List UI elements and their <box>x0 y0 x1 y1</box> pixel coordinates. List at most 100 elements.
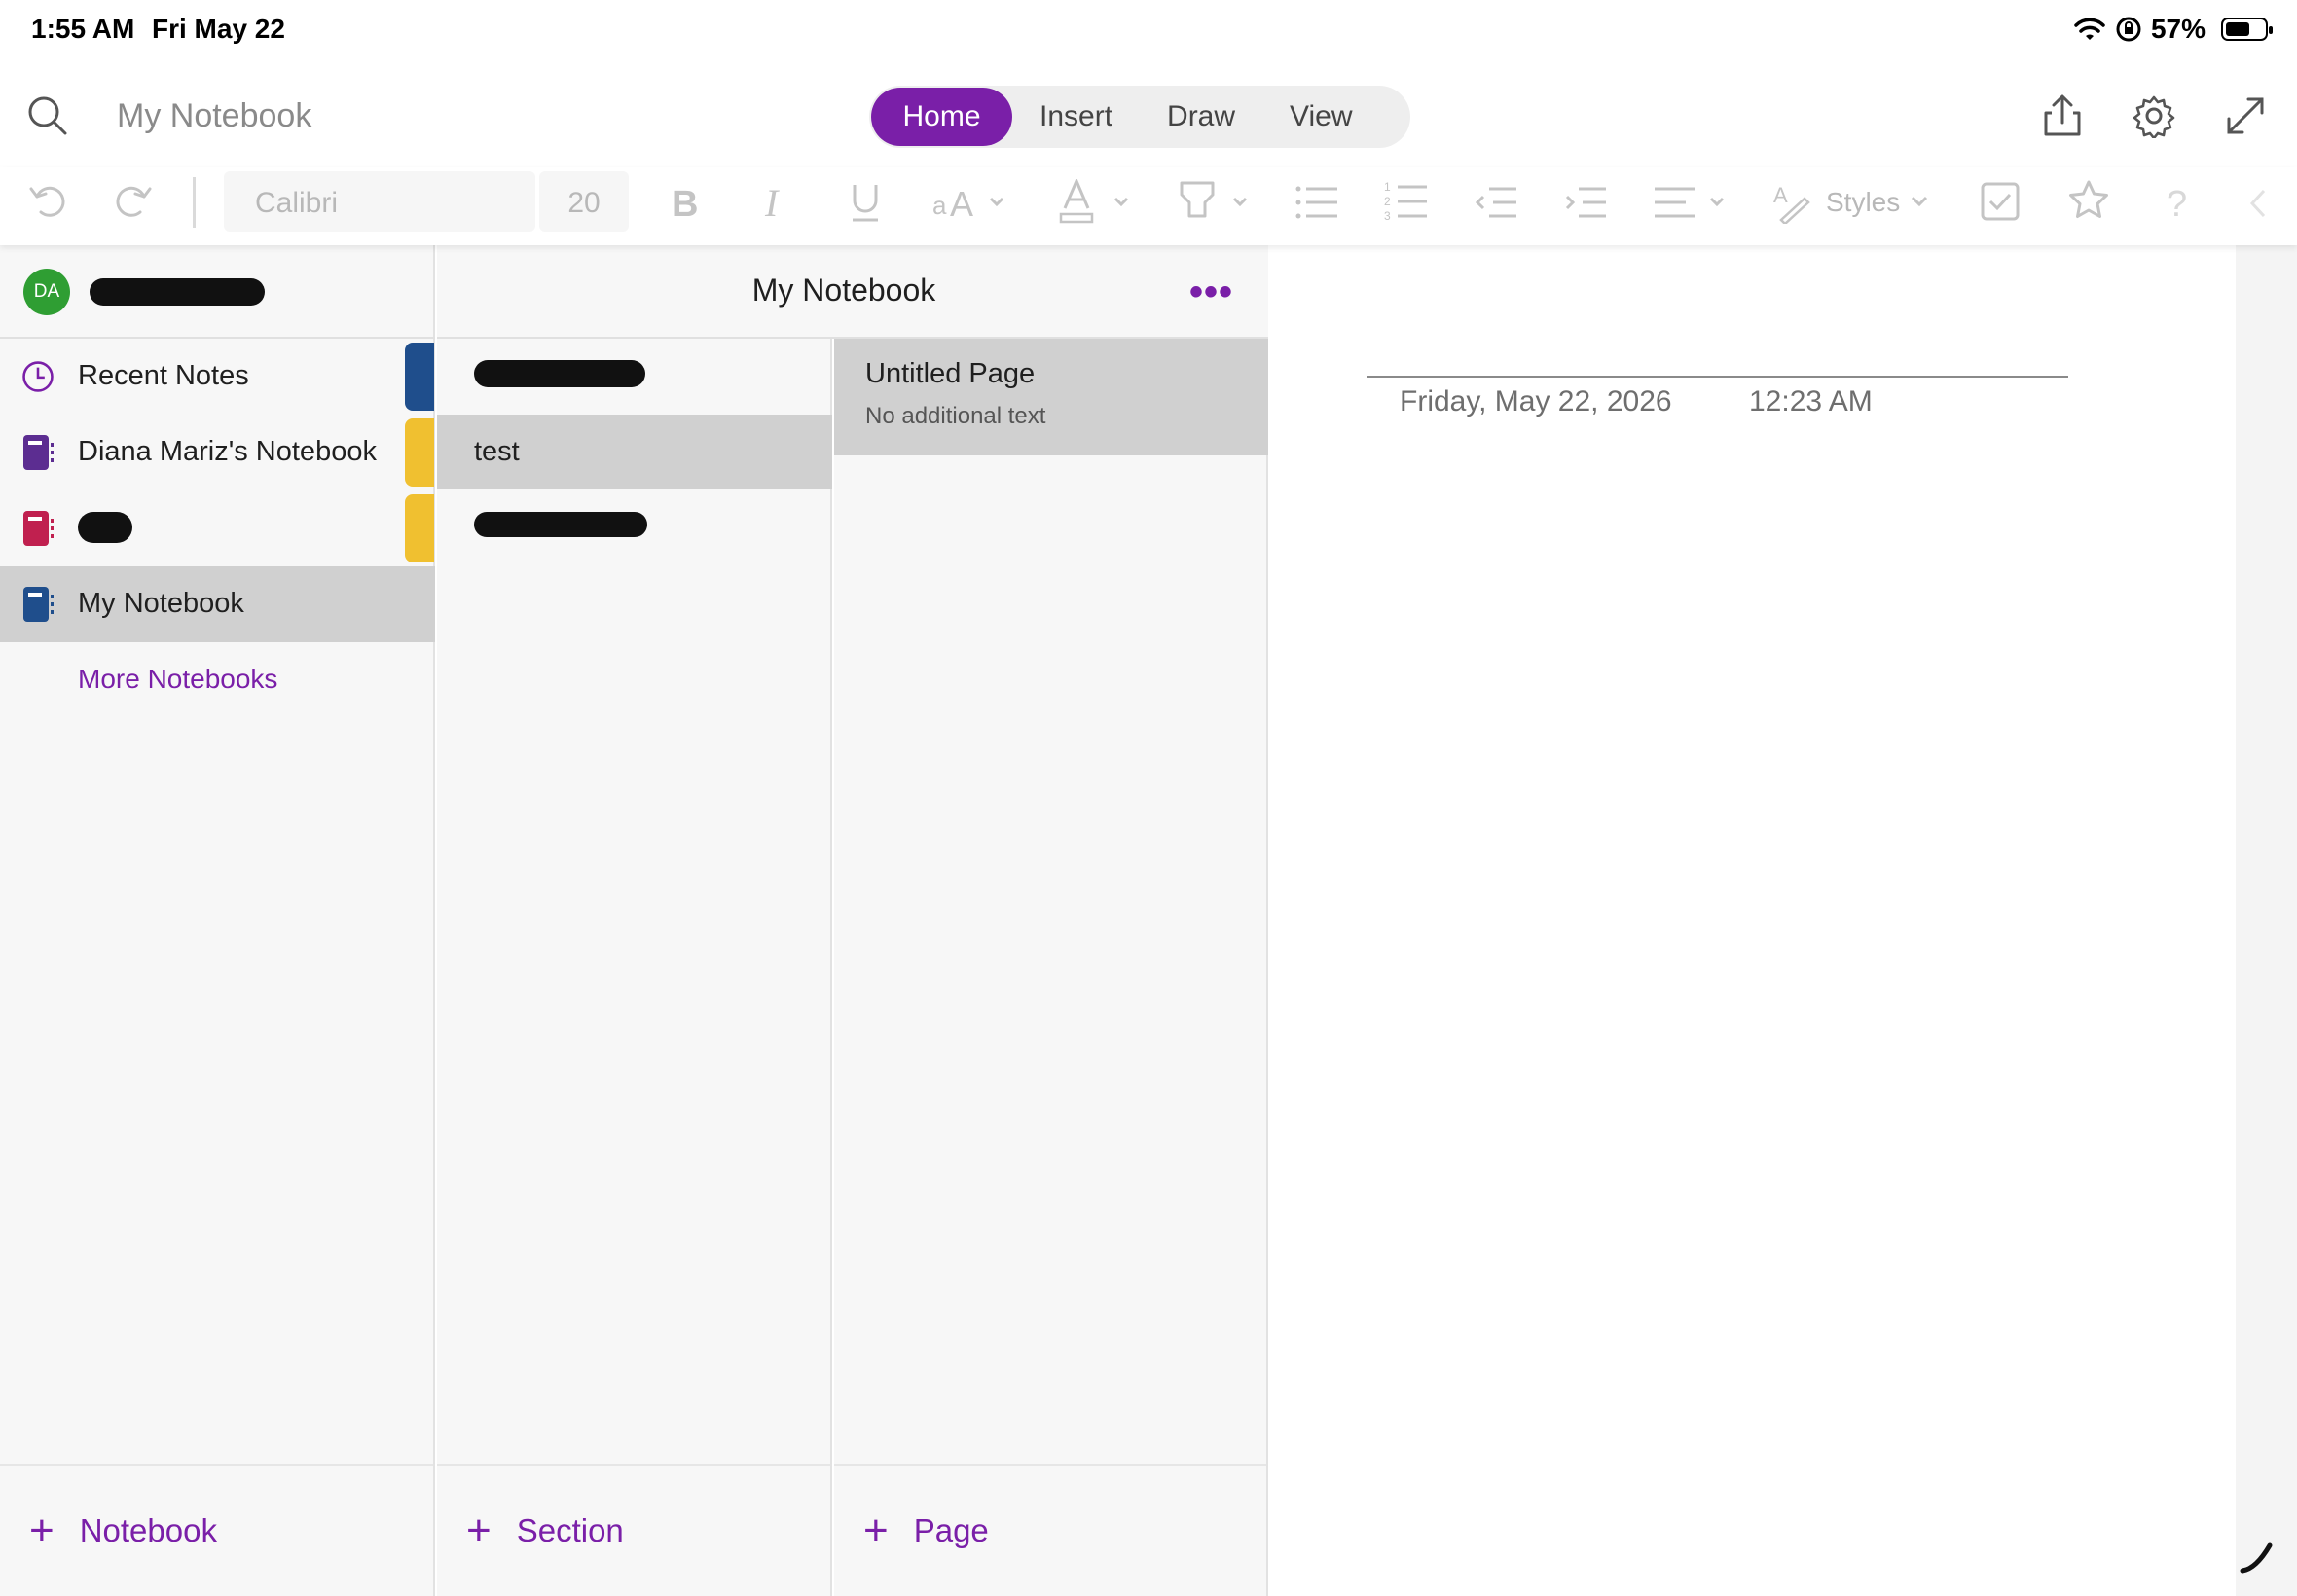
font-color-icon[interactable] <box>1059 179 1133 224</box>
align-icon[interactable] <box>1653 183 1731 222</box>
notebook-icon <box>23 511 54 546</box>
ribbon-tabs: Home Insert Draw View <box>869 86 1410 148</box>
svg-text:B: B <box>672 184 698 222</box>
styles-label[interactable]: Styles <box>1826 187 1900 218</box>
notebook-color-tab <box>405 494 434 562</box>
notebook-color-tab <box>405 418 434 487</box>
svg-text:2: 2 <box>1384 195 1391 208</box>
plus-icon: + <box>466 1506 492 1554</box>
sidebar-item-my-notebook[interactable]: My Notebook <box>0 566 435 642</box>
search-icon[interactable] <box>25 93 70 138</box>
add-section-button[interactable]: + Section <box>437 1464 830 1596</box>
sidebar-item-diana-notebook[interactable]: Diana Mariz's Notebook <box>0 415 435 490</box>
status-bar: 1:55 AM Fri May 22 57% <box>0 0 2297 58</box>
share-icon[interactable] <box>2040 93 2085 138</box>
battery-icon <box>2221 18 2273 41</box>
styles-icon[interactable]: A <box>1773 181 1812 224</box>
section-item[interactable] <box>437 339 832 413</box>
more-notebooks-link[interactable]: More Notebooks <box>78 664 277 695</box>
app-toolbar: My Notebook Home Insert Draw View <box>0 58 2297 175</box>
page-item[interactable]: Untitled Page No additional text <box>834 339 1268 455</box>
star-tag-icon[interactable] <box>2067 179 2110 222</box>
sidebar-item-label: My Notebook <box>78 588 244 619</box>
bold-icon[interactable]: B <box>670 183 703 222</box>
account-row[interactable]: DA <box>0 245 435 339</box>
fullscreen-icon[interactable] <box>2223 93 2268 138</box>
section-item[interactable] <box>437 489 832 562</box>
pages-pane: Untitled Page No additional text + Page <box>834 245 1268 1596</box>
underline-icon[interactable] <box>849 181 882 224</box>
sections-header-title: My Notebook <box>751 272 936 308</box>
redacted-section-name <box>474 512 647 537</box>
page-title: Untitled Page <box>865 358 1036 389</box>
battery-percent: 57% <box>2150 14 2206 44</box>
add-notebook-label: Notebook <box>79 1512 217 1548</box>
settings-gear-icon[interactable] <box>2132 93 2176 138</box>
redacted-notebook-name <box>78 512 132 543</box>
highlighter-icon[interactable] <box>1178 179 1252 224</box>
tab-home[interactable]: Home <box>871 88 1012 146</box>
svg-text:A: A <box>950 184 973 222</box>
decrease-indent-icon[interactable] <box>1474 183 1518 222</box>
svg-text:1: 1 <box>1384 180 1391 194</box>
sidebar-item-label: Diana Mariz's Notebook <box>78 436 377 467</box>
orientation-lock-icon <box>2116 17 2141 42</box>
text-size-icon[interactable]: a A <box>932 183 1010 222</box>
undo-icon[interactable] <box>27 181 66 220</box>
status-date: Fri May 22 <box>152 14 285 44</box>
ribbon-divider <box>193 177 196 228</box>
sidebar-item-redacted-notebook[interactable] <box>0 490 435 566</box>
ribbon-scroll-left-icon[interactable] <box>2246 187 2270 220</box>
notebook-title: My Notebook <box>117 97 312 134</box>
add-notebook-button[interactable]: + Notebook <box>0 1464 433 1596</box>
avatar[interactable]: DA <box>23 269 70 315</box>
add-page-label: Page <box>913 1512 989 1548</box>
plus-icon: + <box>863 1506 889 1554</box>
notebook-icon <box>23 587 54 622</box>
redacted-section-name <box>474 360 645 387</box>
todo-checkbox-icon[interactable] <box>1980 181 2021 222</box>
notebook-color-tab <box>405 343 434 411</box>
svg-text:a: a <box>932 191 947 220</box>
redacted-account-name <box>90 278 265 306</box>
more-options-icon[interactable]: ••• <box>1189 271 1233 314</box>
sections-header: My Notebook ••• <box>437 245 1268 339</box>
redo-icon[interactable] <box>115 181 154 220</box>
font-family-field[interactable]: Calibri <box>224 171 535 232</box>
sidebar-item-recent-notes[interactable]: Recent Notes <box>0 339 435 415</box>
bullet-list-icon[interactable] <box>1294 183 1339 222</box>
page-title-line[interactable] <box>1367 376 2068 378</box>
svg-text:A: A <box>1773 183 1788 207</box>
svg-text:3: 3 <box>1384 209 1391 223</box>
tab-draw[interactable]: Draw <box>1140 88 1262 146</box>
section-item-test[interactable]: test <box>437 415 832 489</box>
page-date: Friday, May 22, 2026 <box>1400 385 1672 417</box>
add-section-label: Section <box>516 1512 624 1548</box>
wifi-icon <box>2074 18 2105 40</box>
styles-chevron-icon[interactable] <box>1910 195 1929 208</box>
plus-icon: + <box>29 1506 55 1554</box>
top-actions <box>2040 93 2268 138</box>
formatting-ribbon: Calibri 20 B I a A 1 2 3 A Styles ? <box>0 167 2297 245</box>
pen-icon[interactable] <box>2237 1538 2276 1577</box>
increase-indent-icon[interactable] <box>1563 183 1608 222</box>
tab-insert[interactable]: Insert <box>1012 88 1140 146</box>
canvas-margin <box>2236 245 2297 1596</box>
page-preview: No additional text <box>865 403 1046 429</box>
notebooks-pane: DA Recent Notes Diana Mariz's Notebook M… <box>0 245 435 1596</box>
svg-text:?: ? <box>2167 184 2187 224</box>
clock-icon <box>22 361 54 392</box>
add-page-button[interactable]: + Page <box>834 1464 1266 1596</box>
page-time: 12:23 AM <box>1749 385 1873 417</box>
italic-icon[interactable]: I <box>759 183 792 222</box>
tab-view[interactable]: View <box>1262 88 1379 146</box>
font-size-field[interactable]: 20 <box>539 171 629 232</box>
notebook-icon <box>23 435 54 470</box>
numbered-list-icon[interactable]: 1 2 3 <box>1384 179 1429 224</box>
page-canvas[interactable]: Friday, May 22, 2026 12:23 AM <box>1270 245 2236 1596</box>
sections-pane: test + Section <box>437 245 832 1596</box>
section-label: test <box>474 436 520 467</box>
status-time: 1:55 AM <box>31 14 135 44</box>
question-tag-icon[interactable]: ? <box>2163 181 2192 224</box>
svg-text:I: I <box>764 183 780 222</box>
